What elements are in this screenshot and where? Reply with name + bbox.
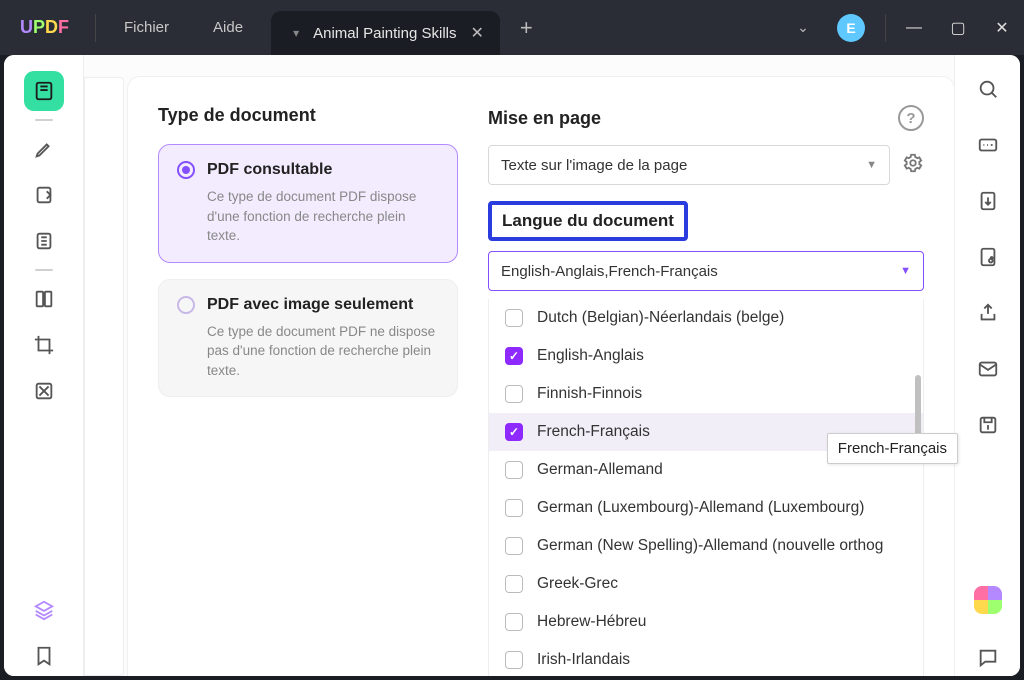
tab-add-button[interactable]: +: [500, 15, 553, 41]
chevron-down-icon[interactable]: ⌄: [783, 19, 823, 36]
language-option[interactable]: English-Anglais: [489, 337, 923, 375]
window-maximize-button[interactable]: ▢: [936, 18, 980, 38]
radio-title: PDF avec image seulement: [207, 296, 413, 314]
menu-help[interactable]: Aide: [191, 19, 265, 36]
radio-description: Ce type de document PDF dispose d'une fo…: [177, 187, 439, 246]
search-icon[interactable]: [968, 71, 1008, 107]
checkbox-icon: [505, 385, 523, 403]
tab-close-icon[interactable]: ✕: [471, 23, 484, 43]
caret-down-icon: ▼: [900, 265, 911, 277]
ocr-panel: Type de document PDF consultable Ce type…: [128, 77, 954, 676]
layout-select-value: Texte sur l'image de la page: [501, 157, 687, 174]
caret-down-icon: ▼: [866, 159, 877, 171]
ocr-icon[interactable]: [968, 127, 1008, 163]
radio-icon: [177, 296, 195, 314]
rail-separator: [35, 119, 53, 121]
window-minimize-button[interactable]: —: [892, 19, 936, 37]
language-option-label: German (New Spelling)-Allemand (nouvelle…: [537, 537, 883, 555]
doc-type-heading: Type de document: [158, 105, 458, 126]
rail-highlight-icon[interactable]: [24, 129, 64, 169]
checkbox-icon: [505, 651, 523, 669]
mail-icon[interactable]: [968, 351, 1008, 387]
document-edge: [84, 77, 124, 676]
left-rail: [4, 55, 84, 676]
main-area: Type de document PDF consultable Ce type…: [84, 55, 954, 676]
gear-icon[interactable]: [902, 152, 924, 179]
radio-title: PDF consultable: [207, 161, 332, 179]
radio-icon: [177, 161, 195, 179]
tab-title: Animal Painting Skills: [313, 25, 456, 42]
titlebar: UPDF Fichier Aide ▾ Animal Painting Skil…: [0, 0, 1024, 55]
checkbox-icon: [505, 499, 523, 517]
language-option-label: German-Allemand: [537, 461, 663, 479]
checkbox-icon: [505, 537, 523, 555]
comment-icon[interactable]: [968, 640, 1008, 676]
checkbox-icon: [505, 423, 523, 441]
help-icon[interactable]: ?: [898, 105, 924, 131]
lang-heading: Langue du document: [502, 211, 674, 230]
language-option-label: Greek-Grec: [537, 575, 618, 593]
language-option[interactable]: German (Luxembourg)-Allemand (Luxembourg…: [489, 489, 923, 527]
language-option[interactable]: Hebrew-Hébreu: [489, 603, 923, 641]
convert-icon[interactable]: [968, 183, 1008, 219]
language-select-value: English-Anglais,French-Français: [501, 263, 718, 280]
language-option-label: Finnish-Finnois: [537, 385, 642, 403]
radio-image-only-pdf[interactable]: PDF avec image seulement Ce type de docu…: [158, 279, 458, 398]
language-option-label: Hebrew-Hébreu: [537, 613, 646, 631]
language-select[interactable]: English-Anglais,French-Français ▼: [488, 251, 924, 291]
rail-reader-icon[interactable]: [24, 71, 64, 111]
rail-organize-icon[interactable]: [24, 279, 64, 319]
divider: [885, 14, 886, 42]
rail-separator: [35, 269, 53, 271]
workspace: Type de document PDF consultable Ce type…: [4, 55, 1020, 676]
language-option[interactable]: Irish-Irlandais: [489, 641, 923, 676]
divider: [95, 14, 96, 42]
language-option[interactable]: German (New Spelling)-Allemand (nouvelle…: [489, 527, 923, 565]
language-option-label: English-Anglais: [537, 347, 644, 365]
avatar[interactable]: E: [837, 14, 865, 42]
checkbox-icon: [505, 309, 523, 327]
language-option[interactable]: Finnish-Finnois: [489, 375, 923, 413]
language-option[interactable]: Greek-Grec: [489, 565, 923, 603]
language-option-label: Irish-Irlandais: [537, 651, 630, 669]
checkbox-icon: [505, 461, 523, 479]
rail-edit-icon[interactable]: [24, 175, 64, 215]
radio-description: Ce type de document PDF ne dispose pas d…: [177, 322, 439, 381]
language-option-label: Dutch (Belgian)-Néerlandais (belge): [537, 309, 784, 327]
lang-heading-highlight: Langue du document: [488, 201, 688, 241]
language-dropdown: Dutch (Belgian)-Néerlandais (belge) Engli…: [488, 299, 924, 676]
right-rail: [954, 55, 1020, 676]
language-option-label: French-Français: [537, 423, 650, 441]
checkbox-icon: [505, 347, 523, 365]
layout-heading: Mise en page: [488, 108, 601, 129]
checkbox-icon: [505, 613, 523, 631]
app-logo: UPDF: [0, 17, 89, 38]
rail-crop-icon[interactable]: [24, 325, 64, 365]
layout-select[interactable]: Texte sur l'image de la page ▼: [488, 145, 890, 185]
radio-searchable-pdf[interactable]: PDF consultable Ce type de document PDF …: [158, 144, 458, 263]
rail-redact-icon[interactable]: [24, 371, 64, 411]
save-icon[interactable]: [968, 407, 1008, 443]
language-option-label: German (Luxembourg)-Allemand (Luxembourg…: [537, 499, 864, 517]
rail-layers-icon[interactable]: [24, 590, 64, 630]
tab-indicator-icon: ▾: [293, 26, 299, 40]
protect-icon[interactable]: [968, 239, 1008, 275]
rail-bookmark-icon[interactable]: [24, 636, 64, 676]
share-icon[interactable]: [968, 295, 1008, 331]
checkbox-icon: [505, 575, 523, 593]
window-close-button[interactable]: ✕: [980, 18, 1024, 38]
updf-logo-small[interactable]: [974, 586, 1002, 614]
language-option[interactable]: Dutch (Belgian)-Néerlandais (belge): [489, 299, 923, 337]
tab-active[interactable]: ▾ Animal Painting Skills ✕: [271, 11, 500, 55]
tooltip: French-Français: [827, 433, 958, 464]
rail-pages-icon[interactable]: [24, 221, 64, 261]
menu-file[interactable]: Fichier: [102, 19, 191, 36]
